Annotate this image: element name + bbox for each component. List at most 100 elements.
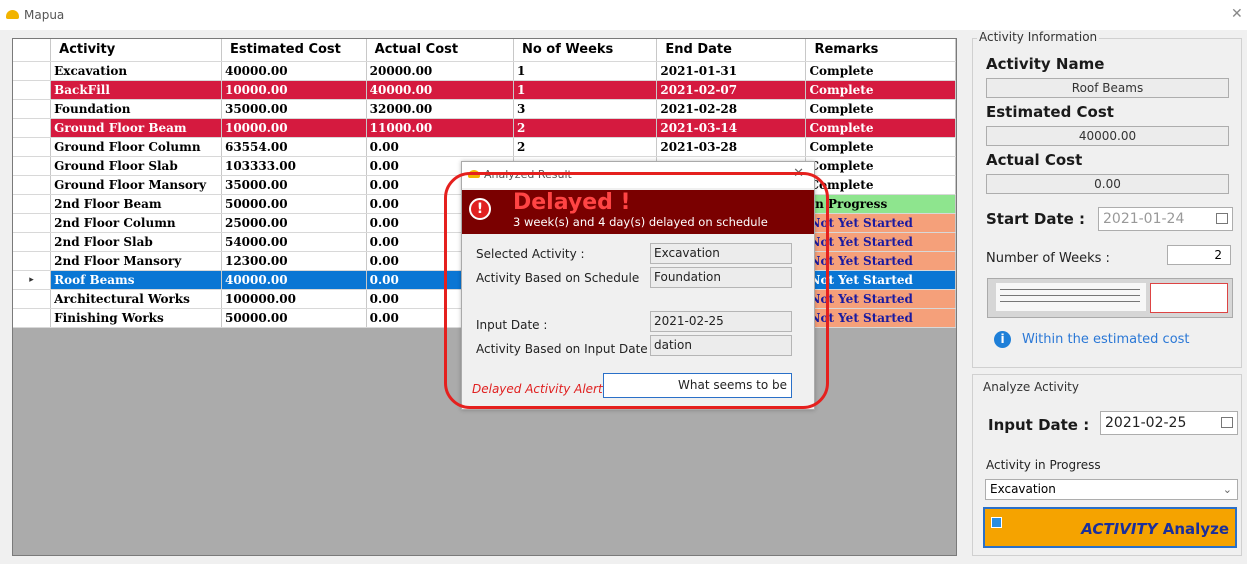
actual-cost-field[interactable]: 0.00: [986, 174, 1229, 194]
cell-remarks[interactable]: Not Yet Started: [805, 308, 956, 328]
table-row[interactable]: Ground Floor Beam 10000.00 11000.00 2 2021-0…: [13, 118, 956, 138]
cell-estimated-cost[interactable]: 40000.00: [221, 61, 367, 81]
cell-activity[interactable]: Excavation: [50, 61, 222, 81]
cell-estimated-cost[interactable]: 35000.00: [221, 175, 367, 195]
row-header[interactable]: [13, 213, 52, 233]
table-row[interactable]: Foundation 35000.00 32000.00 3 2021-02-28 Com…: [13, 99, 956, 119]
cell-end-date[interactable]: 2021-01-31: [656, 61, 807, 81]
cell-weeks[interactable]: 2: [513, 137, 658, 157]
table-row[interactable]: Ground Floor Column 63554.00 0.00 2 2021-03-…: [13, 137, 956, 157]
cell-activity[interactable]: Ground Floor Column: [50, 137, 222, 157]
start-date-picker[interactable]: 2021-01-24: [1098, 207, 1233, 231]
based-input-field[interactable]: dation: [650, 335, 792, 356]
close-icon[interactable]: ✕: [1231, 6, 1243, 22]
dialog-input-date-field[interactable]: 2021-02-25: [650, 311, 792, 332]
activity-analyze-button[interactable]: ACTIVITY Analyze: [983, 507, 1237, 548]
based-schedule-field[interactable]: Foundation: [650, 267, 792, 288]
calendar-icon[interactable]: [1221, 417, 1233, 428]
cell-actual-cost[interactable]: 32000.00: [366, 99, 514, 119]
cell-activity[interactable]: BackFill: [50, 80, 222, 100]
cell-estimated-cost[interactable]: 12300.00: [221, 251, 367, 271]
cell-remarks[interactable]: Complete: [805, 118, 956, 138]
cell-remarks[interactable]: Complete: [805, 61, 956, 81]
activity-name-field[interactable]: Roof Beams: [986, 78, 1229, 98]
delayed-alert-button[interactable]: What seems to be: [603, 373, 792, 398]
column-header[interactable]: No of Weeks: [513, 39, 658, 62]
cell-actual-cost[interactable]: 0.00: [366, 137, 514, 157]
cell-activity[interactable]: 2nd Floor Slab: [50, 232, 222, 252]
cell-remarks[interactable]: Complete: [805, 80, 956, 100]
column-header[interactable]: Remarks: [805, 39, 956, 62]
cell-actual-cost[interactable]: 40000.00: [366, 80, 514, 100]
cell-activity[interactable]: Foundation: [50, 99, 222, 119]
input-date-picker[interactable]: 2021-02-25: [1100, 411, 1238, 435]
cell-activity[interactable]: 2nd Floor Mansory: [50, 251, 222, 271]
cell-estimated-cost[interactable]: 40000.00: [221, 270, 367, 290]
close-icon[interactable]: ✕: [793, 166, 804, 181]
row-header[interactable]: [13, 118, 52, 138]
cell-estimated-cost[interactable]: 35000.00: [221, 99, 367, 119]
cell-remarks[interactable]: In Progress: [805, 194, 956, 214]
row-header[interactable]: ▸: [13, 270, 52, 290]
table-row[interactable]: Excavation 40000.00 20000.00 1 2021-01-31 Com…: [13, 61, 956, 81]
estimated-cost-field[interactable]: 40000.00: [986, 126, 1229, 146]
cell-remarks[interactable]: Not Yet Started: [805, 232, 956, 252]
table-row[interactable]: BackFill 10000.00 40000.00 1 2021-02-07 Compl…: [13, 80, 956, 100]
cell-activity[interactable]: 2nd Floor Beam: [50, 194, 222, 214]
column-header[interactable]: Estimated Cost: [221, 39, 367, 62]
cell-remarks[interactable]: Complete: [805, 156, 956, 176]
cell-end-date[interactable]: 2021-02-28: [656, 99, 807, 119]
weeks-field[interactable]: 2: [1167, 245, 1231, 265]
row-header[interactable]: [13, 61, 52, 81]
cell-remarks[interactable]: Complete: [805, 137, 956, 157]
cell-estimated-cost[interactable]: 100000.00: [221, 289, 367, 309]
cell-activity[interactable]: Roof Beams: [50, 270, 222, 290]
row-header[interactable]: [13, 156, 52, 176]
selected-activity-field[interactable]: Excavation: [650, 243, 792, 264]
analyzed-result-dialog[interactable]: Analyzed Result ✕ ! Delayed ! 3 week(s) …: [461, 161, 815, 410]
row-header[interactable]: [13, 137, 52, 157]
cell-estimated-cost[interactable]: 10000.00: [221, 80, 367, 100]
cell-remarks[interactable]: Not Yet Started: [805, 251, 956, 271]
row-header[interactable]: [13, 289, 52, 309]
cell-estimated-cost[interactable]: 50000.00: [221, 308, 367, 328]
cell-end-date[interactable]: 2021-02-07: [656, 80, 807, 100]
cell-estimated-cost[interactable]: 103333.00: [221, 156, 367, 176]
cell-remarks[interactable]: Complete: [805, 175, 956, 195]
cell-end-date[interactable]: 2021-03-28: [656, 137, 807, 157]
column-header[interactable]: Actual Cost: [366, 39, 514, 62]
cell-remarks[interactable]: Complete: [805, 99, 956, 119]
row-header[interactable]: [13, 194, 52, 214]
cell-remarks[interactable]: Not Yet Started: [805, 213, 956, 233]
cell-actual-cost[interactable]: 11000.00: [366, 118, 514, 138]
cell-remarks[interactable]: Not Yet Started: [805, 289, 956, 309]
cell-remarks[interactable]: Not Yet Started: [805, 270, 956, 290]
cell-activity[interactable]: Ground Floor Beam: [50, 118, 222, 138]
cell-weeks[interactable]: 1: [513, 61, 658, 81]
row-header[interactable]: [13, 99, 52, 119]
row-header[interactable]: [13, 80, 52, 100]
cell-estimated-cost[interactable]: 10000.00: [221, 118, 367, 138]
cell-estimated-cost[interactable]: 50000.00: [221, 194, 367, 214]
cell-activity[interactable]: Ground Floor Slab: [50, 156, 222, 176]
cell-activity[interactable]: Finishing Works: [50, 308, 222, 328]
column-header[interactable]: Activity: [50, 39, 222, 62]
row-header[interactable]: [13, 232, 52, 252]
cell-weeks[interactable]: 1: [513, 80, 658, 100]
activity-in-progress-select[interactable]: Excavation ⌄: [985, 479, 1238, 500]
cell-estimated-cost[interactable]: 63554.00: [221, 137, 367, 157]
cell-actual-cost[interactable]: 20000.00: [366, 61, 514, 81]
cell-end-date[interactable]: 2021-03-14: [656, 118, 807, 138]
cell-estimated-cost[interactable]: 54000.00: [221, 232, 367, 252]
column-header[interactable]: End Date: [656, 39, 807, 62]
row-header[interactable]: [13, 175, 52, 195]
row-header[interactable]: [13, 308, 52, 328]
cell-weeks[interactable]: 2: [513, 118, 658, 138]
cell-estimated-cost[interactable]: 25000.00: [221, 213, 367, 233]
row-header[interactable]: [13, 251, 52, 271]
cell-activity[interactable]: Ground Floor Mansory: [50, 175, 222, 195]
cell-activity[interactable]: 2nd Floor Column: [50, 213, 222, 233]
calendar-icon[interactable]: [1216, 213, 1228, 224]
cell-activity[interactable]: Architectural Works: [50, 289, 222, 309]
cell-weeks[interactable]: 3: [513, 99, 658, 119]
